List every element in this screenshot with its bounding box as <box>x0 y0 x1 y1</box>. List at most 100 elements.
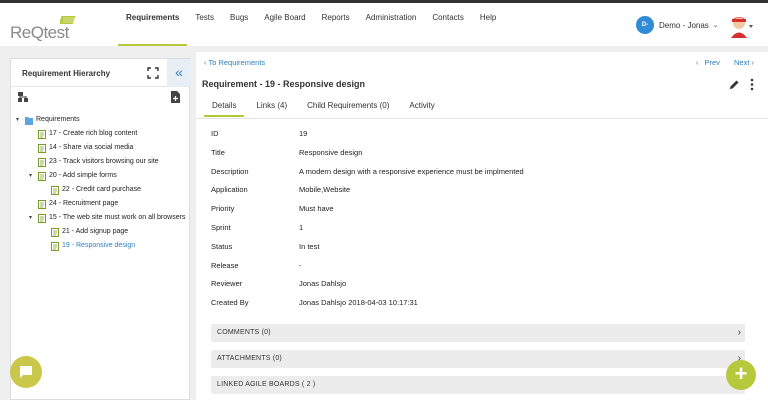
requirement-title: Requirement - 19 - Responsive design <box>202 79 366 89</box>
tree-item[interactable]: 22 - Credit card purchase <box>11 183 191 197</box>
field-label: Priority <box>211 204 235 214</box>
tree-item-label: Requirements <box>36 116 80 123</box>
chevron-right-icon: › <box>737 327 741 338</box>
next-link[interactable]: Next › <box>728 58 754 67</box>
tree-item[interactable]: 17 - Create rich blog content <box>11 127 191 141</box>
chat-button[interactable] <box>10 356 42 388</box>
tree-item[interactable]: ▾ Requirements <box>11 113 191 127</box>
prev-label: Prev <box>704 58 720 67</box>
mascot-avatar-icon[interactable] <box>727 14 755 38</box>
field-value: 19 <box>299 129 308 138</box>
requirement-detail: ‹ To Requirements ‹ Prev Next › Requireme… <box>196 52 768 400</box>
logo-flag-icon <box>60 16 76 24</box>
field-label: Release <box>211 260 239 270</box>
chat-icon <box>20 366 32 378</box>
comments-label: COMMENTS (0) <box>217 329 271 336</box>
field-value: Must have <box>299 204 334 214</box>
tabs-divider <box>196 118 768 119</box>
field-label: Title <box>211 147 225 157</box>
linked-agile-boards-label: LINKED AGILE BOARDS ( 2 ) <box>217 381 316 388</box>
requirement-hierarchy-panel: Requirement Hierarchy « ▾ Requirements 17 … <box>10 58 191 400</box>
document-icon <box>38 130 46 139</box>
tree-item[interactable]: 14 - Share via social media <box>11 141 191 155</box>
prev-link[interactable]: ‹ Prev <box>696 58 720 67</box>
add-document-icon[interactable] <box>169 91 181 103</box>
user-name: Demo - Jonas <box>659 20 709 30</box>
document-icon <box>51 186 59 195</box>
field-label: Reviewer <box>211 279 243 289</box>
tab-details[interactable]: Details <box>204 99 245 117</box>
field-value: Jonas Dahlsjo 2018-04-03 10:17:31 <box>299 298 418 308</box>
nav-help[interactable]: Help <box>472 3 504 46</box>
field-value: Jonas Dahlsjo <box>299 279 347 289</box>
tree-item-label: 22 - Credit card purchase <box>62 186 141 193</box>
hierarchy-filter-icon[interactable] <box>17 91 29 103</box>
field-value: Mobile,Website <box>299 185 351 195</box>
nav-agile-board[interactable]: Agile Board <box>256 3 313 46</box>
user-avatar: D- <box>636 16 654 34</box>
pencil-icon[interactable] <box>729 79 740 90</box>
nav-contacts[interactable]: Contacts <box>424 3 472 46</box>
top-bar: ReQtest Requirements Tests Bugs Agile Bo… <box>0 0 768 46</box>
nav-requirements[interactable]: Requirements <box>118 3 188 46</box>
tree-item[interactable]: 19 - Responsive design <box>11 239 191 253</box>
linked-agile-boards-section[interactable]: LINKED AGILE BOARDS ( 2 ) › <box>211 376 745 394</box>
tree-item[interactable]: ▾ 15 - The web site must work on all brow… <box>11 211 191 225</box>
tab-child-requirements[interactable]: Child Requirements (0) <box>299 99 397 117</box>
attachments-section[interactable]: ATTACHMENTS (0) › <box>211 350 745 368</box>
tree-item[interactable]: ▾ 20 - Add simple forms <box>11 169 191 183</box>
document-icon <box>51 228 59 237</box>
reqtest-logo[interactable]: ReQtest <box>10 15 80 42</box>
caret-down-icon[interactable]: ▾ <box>29 211 32 225</box>
nav-reports[interactable]: Reports <box>314 3 358 46</box>
caret-down-icon[interactable]: ▾ <box>29 169 32 183</box>
comments-section[interactable]: COMMENTS (0) › <box>211 324 745 342</box>
field-value: - <box>299 260 302 270</box>
tree-item-label: 14 - Share via social media <box>49 144 134 151</box>
tree-item[interactable]: 21 - Add signup page <box>11 225 191 239</box>
field-label: Description <box>211 166 249 176</box>
field-value: 1 <box>299 222 304 232</box>
field-value: In test <box>299 241 320 251</box>
document-icon <box>38 158 46 167</box>
nav-tests[interactable]: Tests <box>187 3 222 46</box>
collapse-panel-button[interactable]: « <box>167 59 191 87</box>
pager: ‹ Prev Next › <box>690 58 754 67</box>
folder-icon <box>25 117 33 125</box>
field-label: Application <box>211 185 248 195</box>
tree-item[interactable]: 23 - Track visitors browsing our site <box>11 155 191 169</box>
document-icon <box>38 144 46 153</box>
expand-icon[interactable] <box>147 67 159 79</box>
detail-tabs: Details Links (4) Child Requirements (0)… <box>204 99 447 117</box>
nav-bugs[interactable]: Bugs <box>222 3 256 46</box>
user-menu[interactable]: D- Demo - Jonas ⌄ <box>636 16 719 34</box>
back-link-label: To Requirements <box>208 58 266 67</box>
tab-activity[interactable]: Activity <box>401 99 442 117</box>
field-label: ID <box>211 129 219 138</box>
back-to-requirements-link[interactable]: ‹ To Requirements <box>204 58 265 67</box>
tree-item[interactable]: 24 - Recruitment page <box>11 197 191 211</box>
requirement-tree: ▾ Requirements 17 - Create rich blog conte… <box>11 113 191 253</box>
caret-down-icon[interactable]: ▾ <box>16 113 19 127</box>
tree-item-label: 21 - Add signup page <box>62 228 129 235</box>
add-button[interactable]: + <box>726 360 756 390</box>
tree-item-label: 19 - Responsive design <box>62 242 136 249</box>
tree-item-label: 23 - Track visitors browsing our site <box>49 158 159 165</box>
nav-administration[interactable]: Administration <box>358 3 425 46</box>
document-icon <box>38 200 46 209</box>
document-icon <box>51 242 59 251</box>
field-label: Created By <box>211 298 249 308</box>
tab-links[interactable]: Links (4) <box>248 99 295 117</box>
attachments-label: ATTACHMENTS (0) <box>217 355 282 362</box>
next-label: Next <box>733 58 750 67</box>
panel-title: Requirement Hierarchy <box>22 69 111 78</box>
tree-item-label: 24 - Recruitment page <box>49 200 119 207</box>
field-value: A modern design with a responsive experi… <box>299 166 524 176</box>
tree-item-label: 20 - Add simple forms <box>49 172 117 179</box>
main-nav: Requirements Tests Bugs Agile Board Repo… <box>118 3 504 46</box>
field-value: Responsive design <box>299 147 363 157</box>
document-icon <box>38 172 46 181</box>
field-label: Status <box>211 241 233 251</box>
more-vertical-icon[interactable] <box>749 78 755 91</box>
field-label: Sprint <box>211 222 231 232</box>
